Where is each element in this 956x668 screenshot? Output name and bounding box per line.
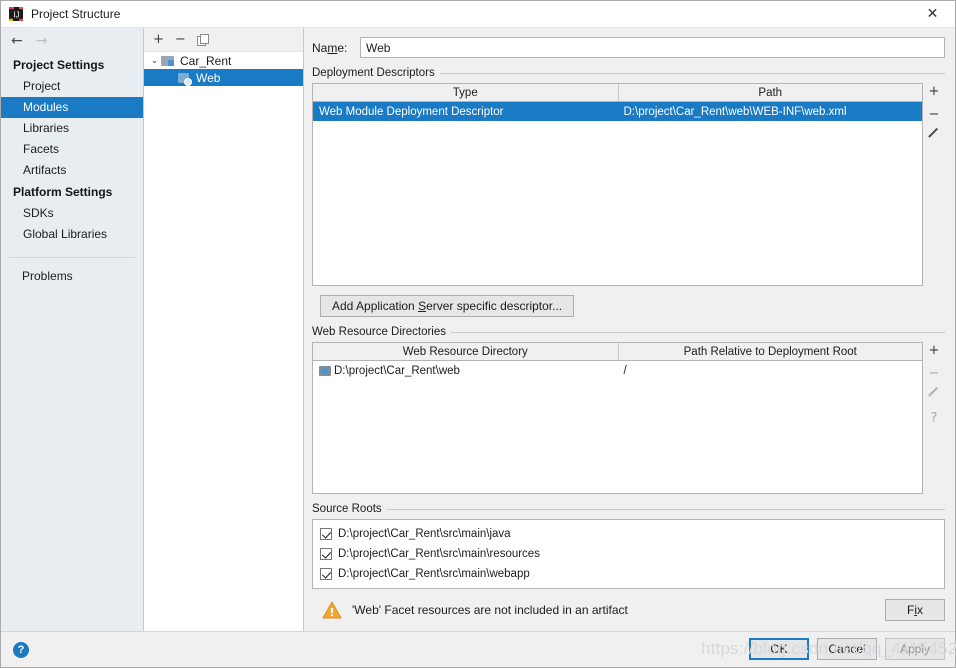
section-rule — [386, 508, 945, 510]
deployment-descriptors-table-wrap: Type Path Web Module Deployment Descript… — [312, 83, 945, 286]
dialog-footer: ? OK Cancel Apply — [1, 631, 955, 667]
ok-button[interactable]: OK — [749, 638, 809, 660]
tree-node-label: Car_Rent — [180, 53, 232, 68]
sidebar-item-artifacts[interactable]: Artifacts — [1, 160, 143, 181]
section-rule — [451, 331, 945, 333]
remove-descriptor-icon[interactable]: − — [929, 108, 940, 122]
module-name-label: Name: — [312, 40, 348, 55]
project-structure-dialog: IJ Project Structure ✕ ← → Project Setti… — [0, 0, 956, 668]
deployment-descriptors-section: Deployment Descriptors Type Path Web Mod… — [304, 58, 955, 317]
sidebar-group-platform-settings: Platform Settings — [13, 185, 113, 199]
checkbox-icon[interactable] — [320, 528, 332, 540]
dialog-body: ← → Project Settings Project Modules Lib… — [1, 28, 955, 631]
section-rule — [439, 72, 945, 74]
intellij-idea-icon: IJ — [8, 6, 24, 22]
source-root-path: D:\project\Car_Rent\src\main\java — [338, 528, 511, 540]
close-icon[interactable]: ✕ — [910, 1, 955, 27]
section-title: Source Roots — [312, 503, 382, 515]
sidebar-group-project-settings: Project Settings — [13, 58, 105, 72]
add-module-icon[interactable]: + — [153, 33, 164, 46]
source-roots-header: Source Roots — [312, 503, 945, 515]
module-settings-panel: Name: Deployment Descriptors Type Path — [304, 28, 955, 631]
sidebar-item-facets[interactable]: Facets — [1, 139, 143, 160]
add-web-resource-icon[interactable]: + — [929, 344, 940, 358]
add-app-server-descriptor-row: Add Application Server specific descript… — [312, 286, 945, 317]
tree-node-label: Web — [196, 70, 221, 85]
table-row[interactable]: Web Module Deployment Descriptor D:\proj… — [313, 102, 922, 121]
web-directory-icon — [319, 365, 332, 377]
sidebar-divider — [9, 257, 135, 258]
warning-triangle-icon — [322, 601, 342, 619]
table-header: Web Resource Directory Path Relative to … — [313, 343, 922, 361]
settings-sidebar: ← → Project Settings Project Modules Lib… — [1, 28, 144, 631]
fix-button[interactable]: Fix — [885, 599, 945, 621]
web-resource-directories-table: Web Resource Directory Path Relative to … — [312, 342, 923, 494]
copy-module-icon[interactable] — [196, 34, 209, 46]
modules-tree-panel: + − ⌄ Car_Rent Web — [144, 28, 304, 631]
sidebar-item-project[interactable]: Project — [1, 76, 143, 97]
web-facet-icon — [177, 72, 192, 86]
sidebar-item-global-libraries[interactable]: Global Libraries — [1, 224, 143, 245]
title-bar: IJ Project Structure ✕ — [1, 1, 955, 28]
facet-warning-row: 'Web' Facet resources are not included i… — [304, 589, 955, 621]
web-resource-directories-section: Web Resource Directories Web Resource Di… — [304, 317, 955, 494]
module-name-row: Name: — [304, 28, 955, 58]
checkbox-icon[interactable] — [320, 568, 332, 580]
column-header-web-resource-directory[interactable]: Web Resource Directory — [313, 343, 618, 360]
modules-tree-toolbar: + − — [144, 28, 303, 52]
remove-web-resource-icon[interactable]: − — [929, 367, 940, 381]
cell-text: D:\project\Car_Rent\web — [334, 364, 460, 377]
cell-path: D:\project\Car_Rent\web\WEB-INF\web.xml — [623, 105, 847, 118]
source-roots-list: D:\project\Car_Rent\src\main\java D:\pro… — [312, 519, 945, 589]
checkbox-icon[interactable] — [320, 548, 332, 560]
cell-type: Web Module Deployment Descriptor — [319, 105, 504, 118]
sidebar-item-sdks[interactable]: SDKs — [1, 203, 143, 224]
list-item[interactable]: D:\project\Car_Rent\src\main\webapp — [313, 564, 944, 584]
apply-button[interactable]: Apply — [885, 638, 945, 660]
sidebar-item-libraries[interactable]: Libraries — [1, 118, 143, 139]
deployment-descriptors-tools: + − — [923, 83, 945, 286]
window-title: Project Structure — [31, 7, 121, 21]
forward-arrow-icon[interactable]: → — [36, 34, 48, 48]
section-title: Deployment Descriptors — [312, 67, 435, 79]
column-header-type[interactable]: Type — [313, 84, 618, 101]
help-web-resource-icon[interactable]: ? — [931, 412, 938, 426]
add-descriptor-icon[interactable]: + — [929, 85, 940, 99]
cancel-button[interactable]: Cancel — [817, 638, 877, 660]
table-header: Type Path — [313, 84, 922, 102]
chevron-down-icon[interactable]: ⌄ — [148, 56, 161, 66]
web-resource-tools: + − ? — [923, 342, 945, 494]
table-row[interactable]: D:\project\Car_Rent\web / — [313, 361, 922, 380]
footer-buttons: OK Cancel Apply — [749, 638, 945, 660]
source-roots-section: Source Roots D:\project\Car_Rent\src\mai… — [304, 494, 955, 589]
list-item[interactable]: D:\project\Car_Rent\src\main\resources — [313, 544, 944, 564]
list-item[interactable]: D:\project\Car_Rent\src\main\java — [313, 524, 944, 544]
remove-module-icon[interactable]: − — [175, 33, 186, 46]
edit-descriptor-icon[interactable] — [928, 131, 941, 144]
source-root-path: D:\project\Car_Rent\src\main\resources — [338, 548, 540, 560]
cell-web-resource-directory: D:\project\Car_Rent\web — [313, 361, 618, 380]
sidebar-item-modules[interactable]: Modules — [1, 97, 143, 118]
web-resource-directories-header: Web Resource Directories — [312, 326, 945, 338]
help-icon[interactable]: ? — [13, 641, 29, 658]
deployment-descriptors-header: Deployment Descriptors — [312, 67, 945, 79]
folder-module-icon — [161, 55, 175, 67]
tree-node-web[interactable]: Web — [144, 69, 303, 86]
back-arrow-icon[interactable]: ← — [11, 34, 23, 48]
deployment-descriptors-table: Type Path Web Module Deployment Descript… — [312, 83, 923, 286]
sidebar-navigation: ← → — [1, 28, 143, 54]
warning-message: 'Web' Facet resources are not included i… — [352, 603, 628, 617]
column-header-path[interactable]: Path — [617, 84, 923, 101]
source-root-path: D:\project\Car_Rent\src\main\webapp — [338, 568, 530, 580]
add-application-server-descriptor-button[interactable]: Add Application Server specific descript… — [320, 295, 575, 317]
web-resource-table-wrap: Web Resource Directory Path Relative to … — [312, 342, 945, 494]
svg-text:IJ: IJ — [13, 11, 19, 20]
column-header-relative-path[interactable]: Path Relative to Deployment Root — [617, 343, 923, 360]
cell-relative-path: / — [623, 364, 627, 377]
module-name-input[interactable] — [360, 37, 945, 58]
sidebar-item-problems[interactable]: Problems — [1, 266, 143, 287]
tree-node-car-rent[interactable]: ⌄ Car_Rent — [144, 52, 303, 69]
section-title: Web Resource Directories — [312, 326, 447, 338]
edit-web-resource-icon[interactable] — [928, 390, 941, 403]
